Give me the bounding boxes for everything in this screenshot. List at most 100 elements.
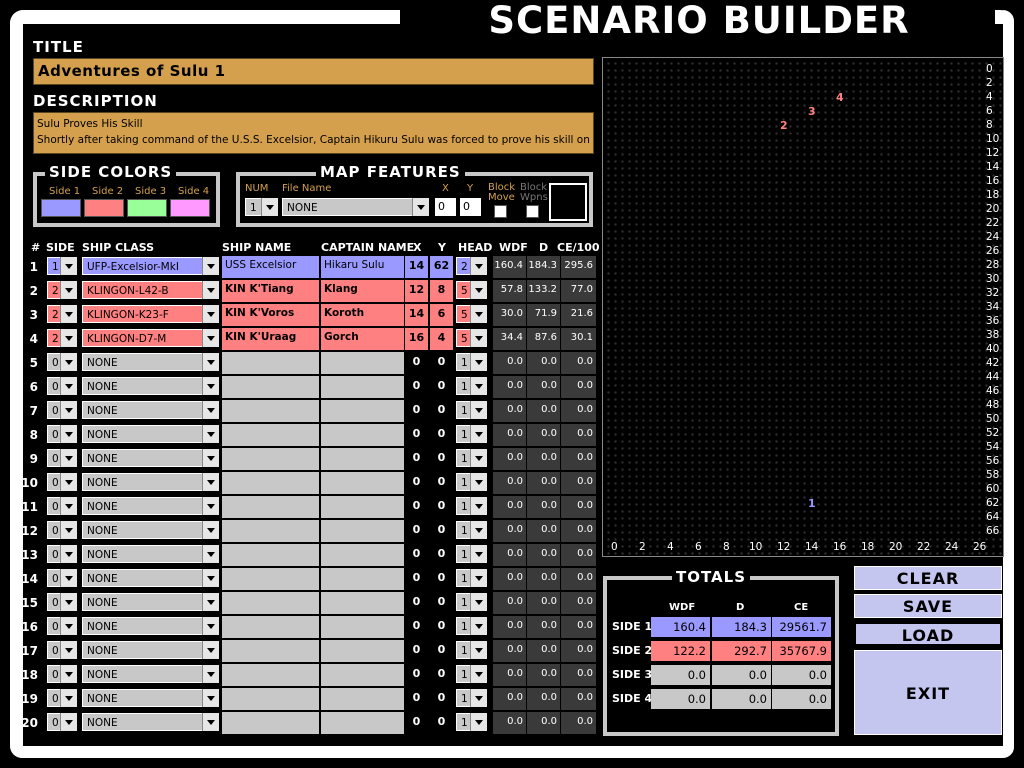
ship-class-dropdown[interactable]: NONE <box>81 664 220 684</box>
captain-name-field[interactable] <box>321 496 404 518</box>
heading-dropdown[interactable]: 1 <box>455 472 488 492</box>
block-move-checkbox[interactable] <box>494 205 507 218</box>
ship-class-dropdown[interactable]: NONE <box>81 496 220 516</box>
heading-dropdown[interactable]: 1 <box>455 688 488 708</box>
x-field[interactable]: 0 <box>405 712 428 734</box>
heading-dropdown[interactable]: 2 <box>455 256 488 276</box>
ship-class-dropdown[interactable]: NONE <box>81 688 220 708</box>
y-field[interactable]: 62 <box>430 256 453 278</box>
x-field[interactable]: 0 <box>405 400 428 422</box>
heading-dropdown[interactable]: 1 <box>455 664 488 684</box>
ship-name-field[interactable] <box>222 424 319 446</box>
side-dropdown[interactable]: 0 <box>46 688 78 708</box>
y-field[interactable]: 0 <box>430 664 453 686</box>
captain-name-field[interactable] <box>321 616 404 638</box>
side-color-swatch[interactable] <box>41 199 81 217</box>
ship-class-dropdown[interactable]: NONE <box>81 448 220 468</box>
x-field[interactable]: 12 <box>405 280 428 302</box>
ship-marker[interactable]: 4 <box>836 91 844 104</box>
ship-class-dropdown[interactable]: NONE <box>81 544 220 564</box>
heading-dropdown[interactable]: 1 <box>455 568 488 588</box>
side-dropdown[interactable]: 0 <box>46 592 78 612</box>
side-dropdown[interactable]: 2 <box>46 304 78 324</box>
file-name-dropdown[interactable]: NONE <box>281 197 430 217</box>
captain-name-field[interactable] <box>321 544 404 566</box>
side-color-swatch[interactable] <box>127 199 167 217</box>
y-field[interactable]: 0 <box>430 544 453 566</box>
x-field[interactable]: 0 <box>405 448 428 470</box>
ship-class-dropdown[interactable]: NONE <box>81 352 220 372</box>
captain-name-field[interactable] <box>321 664 404 686</box>
load-button[interactable]: LOAD <box>854 622 1002 646</box>
x-field[interactable]: 16 <box>405 328 428 350</box>
y-field[interactable]: 0 <box>430 616 453 638</box>
x-field[interactable]: 0 <box>405 688 428 710</box>
heading-dropdown[interactable]: 1 <box>455 712 488 732</box>
ship-name-field[interactable] <box>222 472 319 494</box>
ship-name-field[interactable]: KIN K'Uraag <box>222 328 319 350</box>
y-field[interactable]: 0 <box>430 448 453 470</box>
y-field[interactable]: 0 <box>430 472 453 494</box>
x-field[interactable]: 0 <box>405 616 428 638</box>
side-dropdown[interactable]: 0 <box>46 544 78 564</box>
block-wpns-checkbox[interactable] <box>526 205 539 218</box>
exit-button[interactable]: EXIT <box>854 650 1002 735</box>
ship-class-dropdown[interactable]: KLINGON-L42-B <box>81 280 220 300</box>
heading-dropdown[interactable]: 5 <box>455 280 488 300</box>
y-field[interactable]: 8 <box>430 280 453 302</box>
ship-class-dropdown[interactable]: NONE <box>81 472 220 492</box>
ship-name-field[interactable] <box>222 688 319 710</box>
captain-name-field[interactable] <box>321 520 404 542</box>
captain-name-field[interactable] <box>321 688 404 710</box>
x-field[interactable]: 0 <box>405 664 428 686</box>
side-dropdown[interactable]: 0 <box>46 400 78 420</box>
heading-dropdown[interactable]: 1 <box>455 640 488 660</box>
ship-name-field[interactable] <box>222 592 319 614</box>
heading-dropdown[interactable]: 1 <box>455 616 488 636</box>
ship-name-field[interactable]: KIN K'Tiang <box>222 280 319 302</box>
side-dropdown[interactable]: 0 <box>46 520 78 540</box>
ship-name-field[interactable] <box>222 544 319 566</box>
num-dropdown[interactable]: 1 <box>244 197 279 217</box>
captain-name-field[interactable] <box>321 400 404 422</box>
feature-x-input[interactable]: 0 <box>434 197 457 217</box>
captain-name-field[interactable] <box>321 640 404 662</box>
side-dropdown[interactable]: 0 <box>46 376 78 396</box>
ship-class-dropdown[interactable]: NONE <box>81 568 220 588</box>
captain-name-field[interactable] <box>321 424 404 446</box>
ship-class-dropdown[interactable]: KLINGON-K23-F <box>81 304 220 324</box>
side-dropdown[interactable]: 0 <box>46 496 78 516</box>
captain-name-field[interactable] <box>321 352 404 374</box>
x-field[interactable]: 0 <box>405 352 428 374</box>
y-field[interactable]: 6 <box>430 304 453 326</box>
ship-name-field[interactable] <box>222 496 319 518</box>
ship-class-dropdown[interactable]: UFP-Excelsior-MkI <box>81 256 220 276</box>
ship-name-field[interactable] <box>222 568 319 590</box>
ship-marker[interactable]: 1 <box>808 497 816 510</box>
captain-name-field[interactable]: Koroth <box>321 304 404 326</box>
heading-dropdown[interactable]: 1 <box>455 352 488 372</box>
x-field[interactable]: 0 <box>405 376 428 398</box>
ship-name-field[interactable]: USS Excelsior <box>222 256 319 278</box>
side-dropdown[interactable]: 0 <box>46 568 78 588</box>
ship-name-field[interactable] <box>222 376 319 398</box>
heading-dropdown[interactable]: 5 <box>455 304 488 324</box>
feature-y-input[interactable]: 0 <box>459 197 482 217</box>
ship-class-dropdown[interactable]: NONE <box>81 712 220 732</box>
x-field[interactable]: 14 <box>405 256 428 278</box>
ship-name-field[interactable] <box>222 448 319 470</box>
title-field[interactable]: Adventures of Sulu 1 <box>33 58 594 85</box>
x-field[interactable]: 0 <box>405 640 428 662</box>
ship-name-field[interactable] <box>222 664 319 686</box>
ship-class-dropdown[interactable]: NONE <box>81 424 220 444</box>
captain-name-field[interactable]: Klang <box>321 280 404 302</box>
y-field[interactable]: 0 <box>430 424 453 446</box>
ship-class-dropdown[interactable]: NONE <box>81 640 220 660</box>
heading-dropdown[interactable]: 1 <box>455 496 488 516</box>
y-field[interactable]: 0 <box>430 376 453 398</box>
x-field[interactable]: 0 <box>405 424 428 446</box>
ship-class-dropdown[interactable]: NONE <box>81 616 220 636</box>
y-field[interactable]: 0 <box>430 688 453 710</box>
y-field[interactable]: 0 <box>430 496 453 518</box>
save-button[interactable]: SAVE <box>854 594 1002 618</box>
